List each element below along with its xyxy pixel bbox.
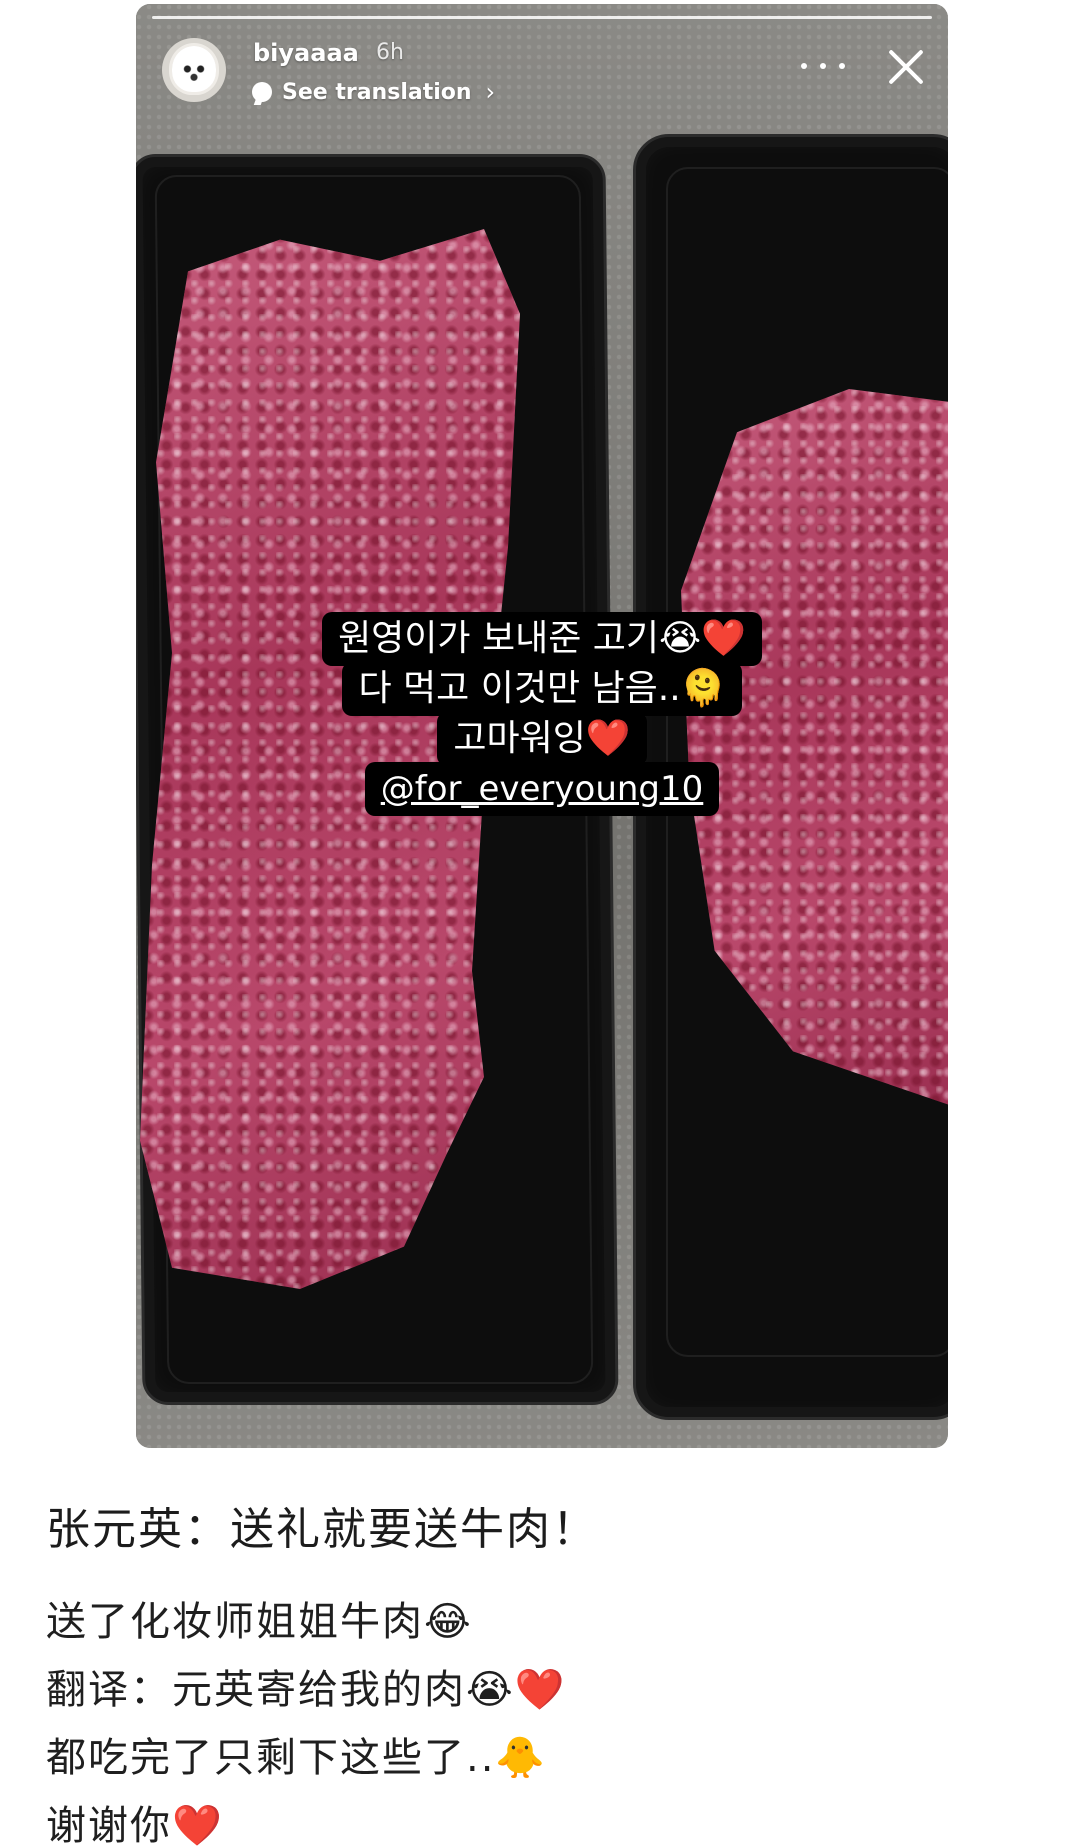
- story-text-sticker: 원영이가 보내준 고기😭❤️ 다 먹고 이것만 남음..🫠 고마워잉❤️ @fo…: [136, 612, 948, 816]
- see-translation-link[interactable]: See translation ›: [252, 78, 495, 106]
- dot: [820, 63, 826, 69]
- story-timestamp: 6h: [376, 40, 404, 65]
- story-screenshot: biyaaaa 6h See translation › 원영이가 보내준 고기…: [136, 4, 948, 1448]
- more-dots-icon[interactable]: [801, 52, 845, 80]
- caption-title: 张元英：送礼就要送牛肉！: [46, 1504, 598, 1555]
- mention-tag[interactable]: @for_everyoung10: [364, 762, 720, 816]
- caption-line: 都吃完了只剩下这些了..🐥: [46, 1735, 548, 1781]
- story-username[interactable]: biyaaaa: [253, 39, 359, 67]
- sticker-line-2: 다 먹고 이것만 남음..🫠: [342, 662, 742, 716]
- post-page: biyaaaa 6h See translation › 원영이가 보내준 고기…: [0, 0, 1084, 1847]
- sticker-line-1: 원영이가 보내준 고기😭❤️: [322, 612, 762, 666]
- avatar-image: [172, 46, 216, 92]
- dot: [839, 63, 845, 69]
- caption-line: 送了化妆师姐姐牛肉😂: [46, 1599, 473, 1645]
- see-translation-label: See translation: [282, 79, 472, 105]
- story-progress-bar: [152, 16, 932, 19]
- dot: [801, 63, 807, 69]
- poodle-avatar-icon[interactable]: [162, 38, 226, 102]
- translate-bubble-icon: [252, 82, 272, 102]
- chevron-right-icon: ›: [485, 78, 496, 106]
- caption-line: 谢谢你❤️: [46, 1803, 224, 1847]
- post-caption: 张元英：送礼就要送牛肉！ 送了化妆师姐姐牛肉😂 翻译：元英寄给我的肉😭❤️ 都吃…: [46, 1500, 1054, 1847]
- sticker-line-3: 고마워잉❤️: [437, 712, 647, 766]
- caption-line: 翻译：元英寄给我的肉😭❤️: [46, 1667, 567, 1713]
- close-icon[interactable]: [883, 44, 929, 90]
